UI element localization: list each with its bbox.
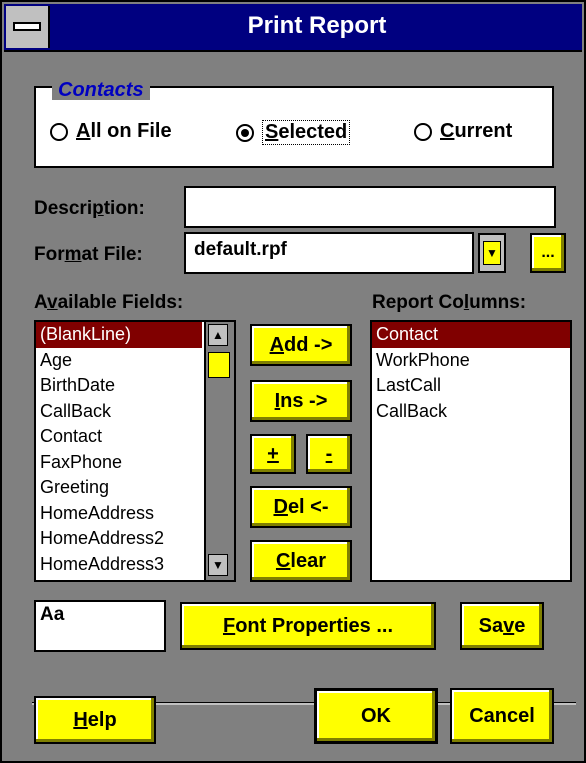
list-item[interactable]: LastCall — [372, 373, 570, 399]
print-report-dialog: Print Report Contacts All on File Select… — [0, 0, 586, 763]
format-file-dropdown-button[interactable]: ▼ — [478, 233, 506, 273]
title-bar: Print Report — [4, 4, 582, 52]
contacts-group-legend: Contacts — [52, 80, 150, 100]
list-item[interactable]: Greeting — [36, 475, 202, 501]
list-item[interactable]: WorkPhone — [372, 348, 570, 374]
dropdown-arrow-icon: ▼ — [483, 241, 501, 265]
radio-circle-icon — [50, 122, 68, 141]
list-item[interactable]: HomeAddress — [36, 501, 202, 527]
list-item[interactable]: Contact — [36, 424, 202, 450]
help-button[interactable]: Help — [34, 696, 156, 744]
browse-format-file-button[interactable]: ... — [530, 233, 566, 273]
scroll-up-icon[interactable]: ▲ — [208, 324, 228, 346]
system-menu-button[interactable] — [6, 6, 50, 48]
list-item[interactable]: HomeAddress2 — [36, 526, 202, 552]
radio-selected[interactable]: Selected — [236, 120, 351, 145]
window-title: Print Report — [247, 12, 387, 39]
plus-button[interactable]: + — [250, 434, 296, 474]
ok-button[interactable]: OK — [314, 688, 438, 744]
radio-all-on-file-label: All on File — [76, 120, 172, 142]
radio-checked-icon — [236, 123, 254, 142]
del-button[interactable]: Del <- — [250, 486, 352, 528]
scroll-down-icon[interactable]: ▼ — [208, 554, 228, 576]
description-label: Description: — [34, 198, 145, 219]
report-columns-listbox[interactable]: Contact WorkPhone LastCall CallBack — [370, 320, 572, 582]
save-button[interactable]: Sa v e — [460, 602, 544, 650]
minus-button[interactable]: - — [306, 434, 352, 474]
list-item[interactable]: CallBack — [372, 399, 570, 425]
font-preview-box: Aa — [34, 600, 166, 652]
available-fields-label: Available Fields: — [34, 292, 184, 313]
list-item[interactable]: CallBack — [36, 399, 202, 425]
ins-button[interactable]: Ins -> — [250, 380, 352, 422]
system-menu-icon — [13, 22, 41, 31]
list-item[interactable]: (BlankLine) — [36, 322, 202, 348]
cancel-button[interactable]: Cancel — [450, 688, 554, 744]
list-item[interactable]: Contact — [372, 322, 570, 348]
add-button[interactable]: Add -> — [250, 324, 352, 366]
report-columns-label: Report Columns: — [372, 292, 527, 313]
list-item[interactable]: BirthDate — [36, 373, 202, 399]
format-file-label: Format File: — [34, 244, 143, 265]
radio-selected-label: Selected — [262, 120, 351, 145]
radio-current-label: Current — [440, 120, 513, 142]
font-properties-button[interactable]: Font Properties ... — [180, 602, 436, 650]
description-field[interactable] — [184, 186, 556, 228]
radio-current[interactable]: Current — [414, 120, 512, 143]
list-item[interactable]: HomeAddress3 — [36, 552, 202, 578]
available-fields-scrollbar[interactable]: ▲ ▼ — [204, 322, 234, 580]
format-file-field[interactable]: default.rpf — [184, 232, 474, 274]
scroll-thumb[interactable] — [208, 352, 230, 378]
radio-circle-icon — [414, 122, 432, 141]
radio-all-on-file[interactable]: All on File — [50, 120, 172, 143]
list-item[interactable]: Age — [36, 348, 202, 374]
list-item[interactable]: FaxPhone — [36, 450, 202, 476]
available-fields-listbox[interactable]: (BlankLine) Age BirthDate CallBack Contact Fa… — [34, 320, 236, 582]
clear-button[interactable]: Clear — [250, 540, 352, 582]
